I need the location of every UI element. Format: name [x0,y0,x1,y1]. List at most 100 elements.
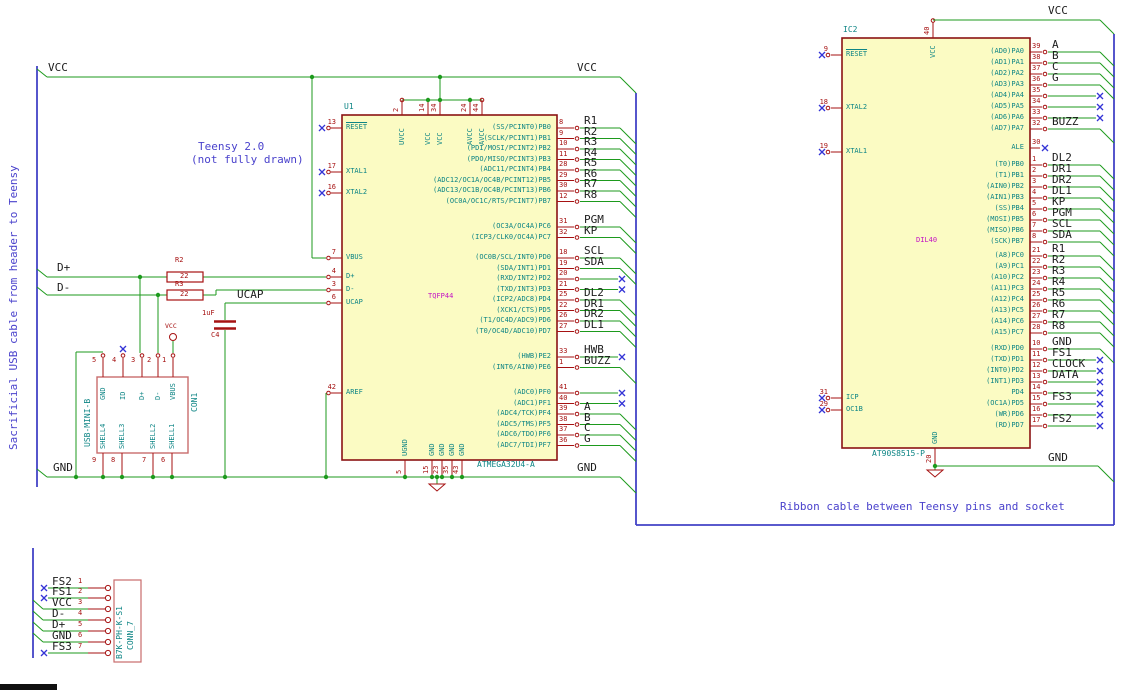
pin-number: 40 [923,26,931,35]
pin-end-circle [104,594,112,602]
net-label[interactable]: BUZZ [584,355,611,366]
component-value[interactable]: 1uF [202,310,215,317]
note-teensy-line2[interactable]: (not fully drawn) [191,154,304,165]
component-ref[interactable]: C4 [211,332,219,339]
wire-segment [1099,128,1115,144]
pin-number: 1 [78,577,83,585]
pin-number: 26 [559,311,568,319]
gnd-symbol [925,469,945,478]
net-label[interactable]: DL1 [584,319,604,330]
junction-dot [119,474,125,480]
net-label-vcc[interactable]: VCC [48,62,68,73]
net-label[interactable]: SDA [584,256,604,267]
pin-end-circle [1042,319,1048,325]
junction-dot [439,474,445,480]
pin-number: 17 [327,162,336,170]
pin-end-circle [825,149,831,155]
pin-name: XTAL1 [846,147,868,155]
net-label-dminus[interactable]: D- [57,282,70,293]
pin-end-circle [1042,71,1048,77]
pin-number: 10 [559,139,568,147]
net-label-dplus[interactable]: D+ [57,262,70,273]
component-ref[interactable]: CON1 [190,393,199,412]
pin-name: (PDI/MOSI/PCINT2)PB2 [466,144,551,152]
pin-number: 5 [395,469,403,474]
component-value[interactable]: B7K-PH-K-S1 [115,606,124,659]
pin-name: (INT6/AIN0)PE6 [491,362,551,371]
wire-segment [1099,197,1115,213]
pin-name: (AD7)PA7 [990,124,1024,132]
pin-name: ICP [846,393,859,401]
pin-number: 19 [559,258,568,267]
pin-end-circle [574,167,580,173]
component-value[interactable]: ATMEGA32U4-A [477,461,535,469]
pin-name: UGND [400,439,409,456]
pin-name: SHELL1 [167,423,176,449]
pin-number: 15 [1032,394,1041,402]
pin-number: 12 [559,191,568,200]
pin-number: 30 [1032,138,1041,146]
component-value[interactable]: 22 [180,291,188,298]
net-label-vcc[interactable]: VCC [1048,5,1068,16]
net-label[interactable]: R8 [584,189,597,200]
net-label[interactable]: DATA [1052,369,1079,380]
note-teensy-line1[interactable]: Teensy 2.0 [198,141,264,152]
pin-name: (ICP3/CLK0/OC4A)PC7 [470,232,551,241]
component-ref[interactable]: IC2 [843,26,857,34]
net-label[interactable]: FS3 [1052,391,1072,402]
junction-dot [222,474,228,480]
pin-end-circle [1042,206,1048,212]
pin-number: 11 [1032,350,1041,358]
note-usb-cable[interactable]: Sacrificial USB cable from header to Tee… [7,165,20,450]
pin-name: (AD1)PA1 [990,58,1024,66]
pin-number: 42 [327,383,336,391]
component-ref[interactable]: R2 [175,257,183,264]
wire-segment [32,621,44,632]
pin-name: (WR)PD6 [994,410,1024,418]
pin-name: (T1/OC4D/ADC9)PD6 [479,316,551,324]
pin-number: 18 [819,98,828,106]
net-label-gnd[interactable]: GND [53,462,73,473]
pin-name: SHELL2 [148,423,157,449]
pin-end-circle [574,157,580,162]
component-value[interactable]: USB-MINI-B [83,399,92,447]
net-label[interactable]: G [584,433,591,444]
net-label[interactable]: BUZZ [1052,116,1079,127]
net-label[interactable]: G [1052,72,1059,83]
net-label[interactable]: FS3 [52,641,72,652]
pin-end-circle [1042,115,1048,121]
wire-segment [36,68,48,78]
component-ref[interactable]: R3 [175,281,183,288]
pin-end-circle [574,199,580,204]
pin-number: 35 [1032,86,1041,94]
wire-segment [36,268,48,278]
component-ref[interactable]: CONN_7 [126,621,135,650]
component-value[interactable]: 22 [180,273,188,280]
note-ribbon-cable[interactable]: Ribbon cable between Teensy pins and soc… [780,501,1065,512]
pin-name: VCC [423,132,432,145]
pin-end-circle [574,287,580,292]
pin-name: GND [98,387,107,400]
pin-end-circle [574,432,580,438]
net-label[interactable]: KP [584,225,597,236]
component-ref[interactable]: U1 [344,103,354,111]
net-label[interactable]: SDA [1052,229,1072,240]
component-value[interactable]: AT90S8515-P [872,450,925,458]
pin-name: VBUS [168,383,177,400]
pin-number: 4 [331,267,336,275]
pin-name: (A9)PC1 [994,262,1024,270]
pin-end-circle [1042,82,1048,88]
net-label-gnd[interactable]: GND [1048,452,1068,463]
pin-number: 7 [78,642,83,650]
net-label[interactable]: R8 [1052,320,1065,331]
pin-end-circle [326,274,331,280]
net-label-ucap[interactable]: UCAP [237,289,264,300]
net-label-gnd[interactable]: GND [577,462,597,473]
net-label[interactable]: FS2 [1052,413,1072,424]
pin-end-circle [574,443,580,448]
wire-segment [1099,84,1115,100]
pin-end-circle [104,605,112,613]
pin-end-circle [574,146,580,152]
pin-number: 36 [1032,75,1041,83]
net-label-vcc[interactable]: VCC [577,62,597,73]
